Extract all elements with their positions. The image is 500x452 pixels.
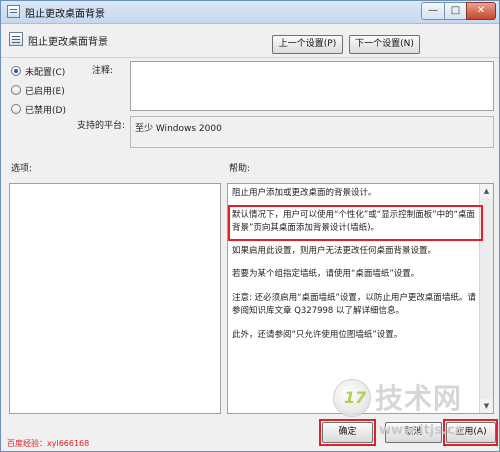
highlight-frame-help <box>228 205 483 241</box>
radio-label: 已启用(E) <box>25 87 65 97</box>
next-setting-button[interactable]: 下一个设置(N) <box>349 35 420 54</box>
header-divider <box>1 57 499 58</box>
radio-label: 已禁用(D) <box>25 106 66 116</box>
comment-label: 注释: <box>92 66 114 76</box>
setting-title: 阻止更改桌面背景 <box>28 37 108 48</box>
close-button[interactable]: ✕ <box>466 2 496 20</box>
maximize-button[interactable]: □ <box>444 2 467 20</box>
options-label: 选项: <box>11 164 33 174</box>
watermark-source: 百度经验：xyl666168 <box>7 439 90 448</box>
comment-textarea[interactable] <box>130 61 494 111</box>
watermark-logo: 17 技术网 <box>331 377 491 423</box>
previous-setting-button[interactable]: 上一个设置(P) <box>272 35 343 54</box>
window-title: 阻止更改桌面背景 <box>25 9 105 20</box>
close-icon: ✕ <box>476 5 486 16</box>
logo-badge-icon: 17 <box>333 379 371 417</box>
title-bar[interactable]: 阻止更改桌面背景 — □ ✕ <box>1 1 499 24</box>
logo-text: 技术网 <box>375 382 463 415</box>
radio-icon <box>11 104 21 114</box>
watermark-url: www.itjs.cn <box>379 423 464 438</box>
highlight-frame-ok <box>319 419 376 446</box>
help-paragraph: 若要为某个组指定墙纸，请使用“桌面墙纸”设置。 <box>232 269 420 279</box>
help-paragraph: 此外，还请参阅“只允许使用位图墙纸”设置。 <box>232 330 403 340</box>
options-panel <box>9 183 221 414</box>
minimize-icon: — <box>428 5 438 16</box>
setting-icon <box>9 32 23 46</box>
logo-number: 17 <box>344 388 367 407</box>
policy-dialog: 阻止更改桌面背景 — □ ✕ 阻止更改桌面背景 上一个设置(P) 下一个设置(N… <box>0 0 500 452</box>
maximize-icon: □ <box>450 5 461 16</box>
radio-icon <box>11 85 21 95</box>
policy-icon <box>7 5 20 18</box>
platform-field: 至少 Windows 2000 <box>130 116 494 148</box>
help-paragraph: 阻止用户添加或更改桌面的背景设计。 <box>232 188 377 198</box>
radio-selected-icon <box>11 66 21 76</box>
platform-label: 支持的平台: <box>77 121 126 131</box>
scroll-up-icon[interactable]: ▲ <box>480 184 493 198</box>
minimize-button[interactable]: — <box>421 2 445 20</box>
help-paragraph: 如果启用此设置，则用户无法更改任何桌面背景设置。 <box>232 246 437 256</box>
platform-value: 至少 Windows 2000 <box>135 124 222 134</box>
radio-label: 未配置(C) <box>25 68 66 78</box>
help-paragraph: 注意: 还必须启用“桌面墙纸”设置，以防止用户更改桌面墙纸。请参阅知识库文章 Q… <box>232 293 476 316</box>
help-label: 帮助: <box>229 164 251 174</box>
